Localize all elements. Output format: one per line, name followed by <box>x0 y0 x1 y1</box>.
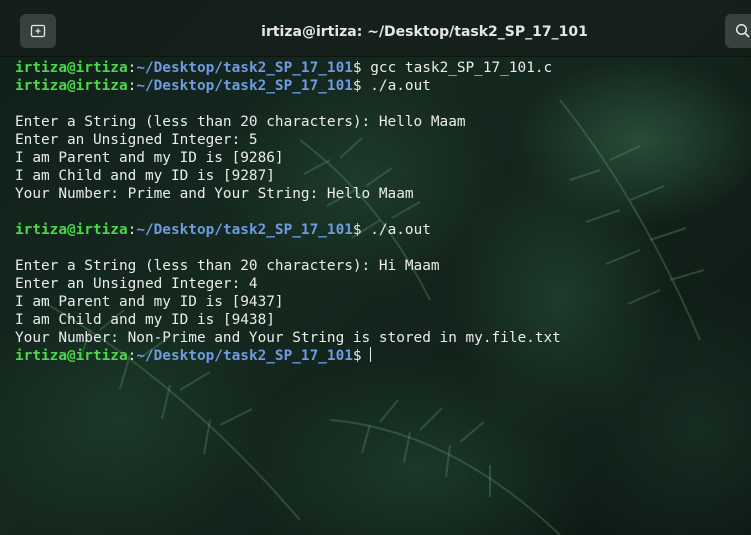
prompt-user-host: irtiza@irtiza <box>15 348 128 364</box>
prompt-colon: : <box>127 60 137 76</box>
terminal-window: irtiza@irtiza: ~/Desktop/task2_SP_17_101… <box>0 0 751 535</box>
prompt-symbol: $ <box>352 222 362 238</box>
output-line: I am Child and my ID is [9287] <box>15 168 275 184</box>
output-line: Enter a String (less than 20 characters)… <box>15 114 466 130</box>
prompt-symbol: $ <box>352 78 362 94</box>
prompt-path: ~/Desktop/task2_SP_17_101 <box>136 222 353 238</box>
window-title: irtiza@irtiza: ~/Desktop/task2_SP_17_101 <box>261 24 588 40</box>
output-line: I am Parent and my ID is [9437] <box>15 294 284 310</box>
output-line: I am Child and my ID is [9438] <box>15 312 275 328</box>
command-text <box>362 348 371 364</box>
prompt-line: irtiza@irtiza:~/Desktop/task2_SP_17_101$… <box>15 59 745 77</box>
output-line: Enter a String (less than 20 characters)… <box>15 258 440 274</box>
command-text: ./a.out <box>361 222 431 238</box>
prompt-path: ~/Desktop/task2_SP_17_101 <box>136 348 353 364</box>
terminal-output[interactable]: irtiza@irtiza:~/Desktop/task2_SP_17_101$… <box>15 59 745 365</box>
output-line: Enter an Unsigned Integer: 4 <box>15 276 258 292</box>
search-icon <box>735 23 750 38</box>
command-text: gcc task2_SP_17_101.c <box>361 60 553 76</box>
output-line: I am Parent and my ID is [9286] <box>15 150 284 166</box>
prompt-line: irtiza@irtiza:~/Desktop/task2_SP_17_101$… <box>15 221 745 239</box>
prompt-symbol: $ <box>352 60 362 76</box>
prompt-colon: : <box>127 222 137 238</box>
prompt-user-host: irtiza@irtiza <box>15 222 128 238</box>
command-text: ./a.out <box>361 78 431 94</box>
prompt-line: irtiza@irtiza:~/Desktop/task2_SP_17_101$… <box>15 77 745 95</box>
prompt-path: ~/Desktop/task2_SP_17_101 <box>136 78 353 94</box>
search-button[interactable] <box>725 14 751 48</box>
title-bar: irtiza@irtiza: ~/Desktop/task2_SP_17_101 <box>0 0 751 57</box>
prompt-line: irtiza@irtiza:~/Desktop/task2_SP_17_101$ <box>15 347 745 365</box>
prompt-path: ~/Desktop/task2_SP_17_101 <box>136 60 353 76</box>
text-cursor <box>370 347 372 362</box>
output-line: Enter an Unsigned Integer: 5 <box>15 132 258 148</box>
prompt-symbol: $ <box>352 348 362 364</box>
prompt-colon: : <box>127 348 137 364</box>
output-line: Your Number: Prime and Your String: Hell… <box>15 186 414 202</box>
prompt-user-host: irtiza@irtiza <box>15 60 128 76</box>
prompt-colon: : <box>127 78 137 94</box>
output-line: Your Number: Non-Prime and Your String i… <box>15 330 561 346</box>
prompt-user-host: irtiza@irtiza <box>15 78 128 94</box>
